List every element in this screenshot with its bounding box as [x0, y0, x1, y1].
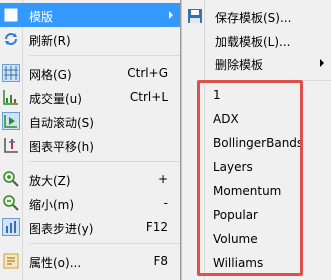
submenu-arrow-icon [169, 11, 173, 19]
menu-item-label: 成交量(u) [29, 92, 82, 106]
menu-item-label: 放大(Z) [29, 174, 71, 188]
menu-item-label: 模版 [29, 10, 54, 24]
menu-item-label: 属性(o)... [29, 256, 82, 270]
grid-icon [2, 64, 20, 82]
zoom-in-icon [2, 170, 20, 188]
template-item[interactable]: Popular [213, 208, 258, 230]
chart-shift-icon [2, 136, 20, 154]
menu-item-autoscroll[interactable]: 自动滚动(S) [0, 109, 180, 133]
save-template-icon [186, 7, 204, 25]
menu-item-shortcut: - [163, 196, 168, 210]
autoscroll-icon [2, 112, 20, 130]
menu-item-label: 图表平移(h) [29, 140, 94, 154]
submenu-item-delete-template[interactable]: 删除模板 [182, 51, 331, 75]
menu-item-refresh[interactable]: 刷新(R) [0, 27, 180, 51]
template-item[interactable]: Williams [213, 256, 263, 278]
submenu-item-save-template[interactable]: 保存模板(S)... [182, 4, 331, 28]
submenu-arrow-icon [320, 59, 324, 67]
menu-item-shortcut: Ctrl+G [127, 66, 168, 80]
step-icon [2, 218, 20, 236]
zoom-out-icon [2, 194, 20, 212]
properties-icon [2, 252, 20, 270]
menu-separator [29, 243, 180, 244]
submenu-item-load-template[interactable]: 加载模板(L)... [182, 28, 331, 52]
menu-item-shortcut: Ctrl+L [129, 90, 168, 104]
template-item[interactable]: ADX [213, 112, 239, 134]
menu-item-shortcut: F8 [153, 254, 168, 268]
menu-item-label: 网格(G) [29, 68, 72, 82]
template-icon [2, 6, 20, 24]
submenu-item-label: 保存模板(S)... [215, 11, 292, 25]
refresh-icon [2, 30, 20, 48]
template-item[interactable]: Volume [213, 232, 258, 254]
menu-item-shortcut: + [157, 172, 168, 186]
menu-separator [29, 55, 180, 56]
menu-item-zoom-in[interactable]: 放大(Z) + [0, 167, 180, 191]
menu-item-chart-shift[interactable]: 图表平移(h) [0, 133, 180, 157]
template-item[interactable]: BollingerBands [213, 136, 303, 158]
menu-item-zoom-out[interactable]: 缩小(m) - [0, 191, 180, 215]
menu-item-label: 图表步进(y) [29, 222, 94, 236]
template-item[interactable]: Layers [213, 160, 253, 182]
menu-item-label: 缩小(m) [29, 198, 75, 212]
menu-item-template[interactable]: 模版 [0, 3, 180, 27]
menu-separator [29, 161, 180, 162]
submenu-item-label: 删除模板 [215, 58, 264, 72]
menu-item-properties[interactable]: 属性(o)... F8 [0, 249, 180, 273]
menu-item-chart-step[interactable]: 图表步进(y) F12 [0, 215, 180, 239]
menu-item-label: 刷新(R) [29, 34, 71, 48]
template-item[interactable]: Momentum [213, 184, 281, 206]
submenu-item-label: 加载模板(L)... [215, 35, 291, 49]
menu-item-label: 自动滚动(S) [29, 116, 94, 130]
menu-item-volume[interactable]: 成交量(u) Ctrl+L [0, 85, 180, 109]
menu-item-grid[interactable]: 网格(G) Ctrl+G [0, 61, 180, 85]
menu-item-shortcut: F12 [145, 220, 168, 234]
chart-context-menu: 模版 刷新(R) 网格(G) Ctrl+G 成交量(u) Ctrl+L 自动滚动… [0, 0, 181, 280]
template-item[interactable]: 1 [213, 88, 221, 110]
volume-icon [2, 88, 20, 106]
menu-separator [215, 80, 331, 81]
